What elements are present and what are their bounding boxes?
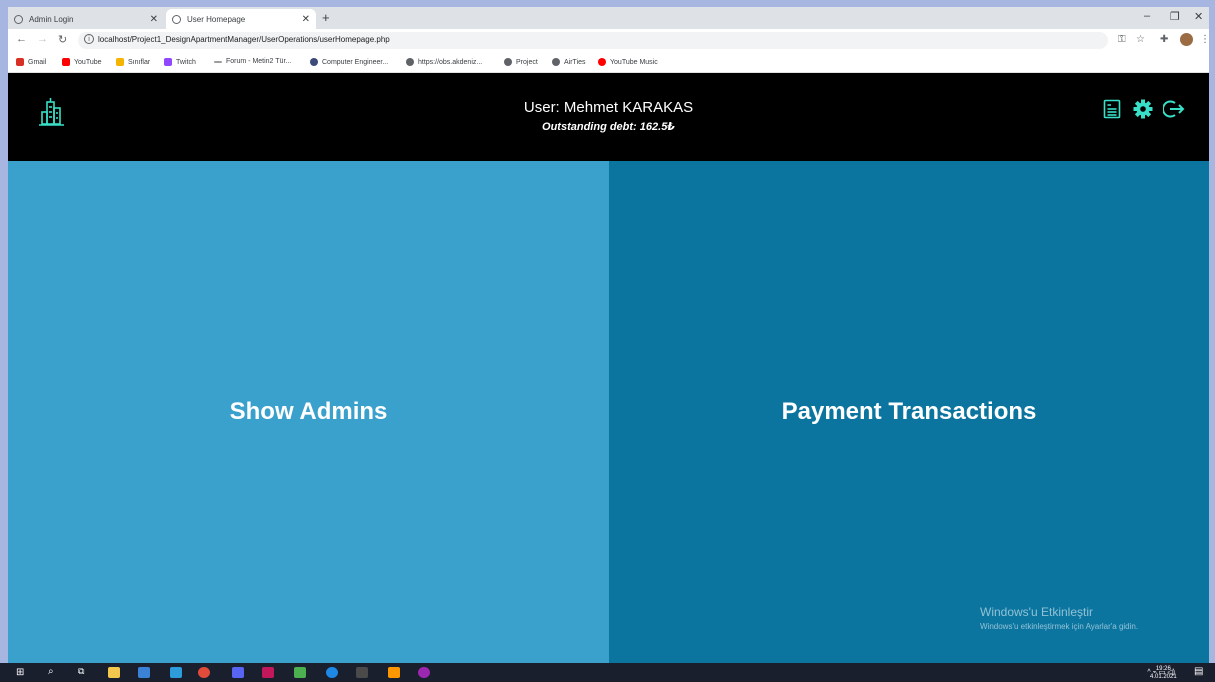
notifications-icon[interactable]: ▤	[1194, 666, 1203, 677]
bookmark-forum[interactable]: Forum - Metin2 Tür...	[214, 58, 291, 65]
file-explorer-icon[interactable]	[108, 667, 120, 678]
close-window-icon[interactable]: ✕	[1194, 10, 1203, 23]
document-list-icon[interactable]	[1103, 99, 1121, 124]
show-admins-label: Show Admins	[229, 398, 388, 425]
show-admins-button[interactable]: Show Admins	[8, 161, 609, 663]
app-icon[interactable]	[356, 667, 368, 678]
payment-transactions-button[interactable]: Payment Transactions	[609, 161, 1209, 663]
payment-transactions-label: Payment Transactions	[781, 398, 1037, 425]
clock-time: 19:26	[1155, 666, 1171, 672]
extensions-icon[interactable]: ✚	[1160, 34, 1168, 45]
clock-date: 4.01.2021	[1150, 674, 1177, 680]
minimize-icon[interactable]: –	[1144, 10, 1150, 22]
bookmark-airties[interactable]: AirTies	[552, 58, 586, 66]
tab-label: User Homepage	[187, 14, 246, 24]
profile-avatar[interactable]	[1180, 33, 1193, 46]
mail-icon[interactable]	[170, 667, 182, 678]
logout-icon[interactable]	[1162, 99, 1185, 124]
url-field[interactable]: i localhost/Project1_DesignApartmentMana…	[78, 32, 1108, 49]
activation-watermark: Windows'u Etkinleştir Windows'u etkinleş…	[980, 605, 1138, 631]
user-name: User: Mehmet KARAKAS	[523, 99, 694, 116]
outstanding-debt: Outstanding debt: 162.5₺	[542, 121, 675, 133]
chrome-icon[interactable]	[198, 667, 210, 678]
bookmark-youtube[interactable]: YouTube	[62, 58, 102, 66]
bookmark-twitch[interactable]: Twitch	[164, 58, 196, 66]
discord-icon[interactable]	[232, 667, 244, 678]
close-icon[interactable]: ✕	[150, 14, 158, 25]
bookmark-siniflar[interactable]: Sınıflar	[116, 58, 150, 66]
classroom-icon	[116, 58, 124, 66]
store-icon[interactable]	[138, 667, 150, 678]
clock[interactable]: 19:26 4.01.2021	[1150, 665, 1177, 681]
watermark-title: Windows'u Etkinleştir	[980, 605, 1093, 619]
bookmark-youtube-music[interactable]: YouTube Music	[598, 58, 658, 66]
youtube-music-icon	[598, 58, 606, 66]
university-icon	[310, 58, 318, 66]
globe-icon	[504, 58, 512, 66]
new-tab-button[interactable]: +	[322, 10, 330, 25]
url-text: localhost/Project1_DesignApartmentManage…	[98, 35, 390, 44]
bookmark-computer-engineering[interactable]: Computer Engineer...	[310, 58, 388, 66]
bookmark-obs[interactable]: https://obs.akdeniz...	[406, 58, 482, 66]
twitch-icon	[164, 58, 172, 66]
windows-taskbar: ⊞ ⌕ ⧉ ^ ⌁ ▭ ◁) 19:26 4.01.2021 ▤	[0, 663, 1215, 682]
reload-icon[interactable]: ↻	[58, 33, 67, 46]
tab-label: Admin Login	[29, 14, 74, 24]
youtube-icon	[62, 58, 70, 66]
app-header: User: Mehmet KARAKAS Outstanding debt: 1…	[8, 73, 1209, 161]
gear-icon[interactable]	[1133, 99, 1153, 124]
globe-icon	[172, 14, 181, 24]
gmail-icon	[16, 58, 24, 66]
back-icon[interactable]: ←	[16, 33, 27, 45]
app-icon[interactable]	[418, 667, 430, 678]
globe-icon	[552, 58, 560, 66]
bookmark-project[interactable]: Project	[504, 58, 538, 66]
browser-window: Admin Login ✕ User Homepage ✕ + – ❐ ✕ ← …	[8, 7, 1209, 663]
windows-start-icon[interactable]: ⊞	[16, 667, 24, 678]
close-icon[interactable]: ✕	[302, 14, 310, 25]
tab-strip: Admin Login ✕ User Homepage ✕ + – ❐ ✕	[8, 7, 1209, 29]
user-homepage: User: Mehmet KARAKAS Outstanding debt: 1…	[8, 73, 1209, 663]
watermark-subtitle: Windows'u etkinleştirmek için Ayarlar'a …	[980, 622, 1139, 631]
bookmark-gmail[interactable]: Gmail	[16, 58, 46, 66]
forward-icon[interactable]: →	[37, 33, 48, 45]
menu-icon[interactable]: ⋮	[1200, 34, 1209, 45]
star-icon[interactable]: ☆	[1136, 34, 1145, 45]
restore-icon[interactable]: ❐	[1170, 10, 1180, 23]
key-icon[interactable]: ⚿	[1118, 34, 1126, 45]
edge-icon[interactable]	[326, 667, 338, 678]
app-icon[interactable]	[294, 667, 306, 678]
bookmarks-bar: Gmail YouTube Sınıflar Twitch Forum - Me…	[8, 53, 1209, 73]
tab-user-homepage[interactable]: User Homepage ✕	[166, 9, 316, 29]
globe-icon	[406, 58, 414, 66]
globe-icon	[14, 14, 23, 24]
info-icon[interactable]: i	[84, 34, 94, 44]
search-icon[interactable]: ⌕	[48, 666, 54, 677]
app-icon[interactable]	[262, 667, 274, 678]
task-view-icon[interactable]: ⧉	[78, 666, 84, 677]
forum-icon	[214, 60, 222, 63]
address-bar: ← → ↻ i localhost/Project1_DesignApartme…	[8, 29, 1209, 53]
sublime-icon[interactable]	[388, 667, 400, 678]
tab-admin-login[interactable]: Admin Login ✕	[8, 9, 164, 29]
